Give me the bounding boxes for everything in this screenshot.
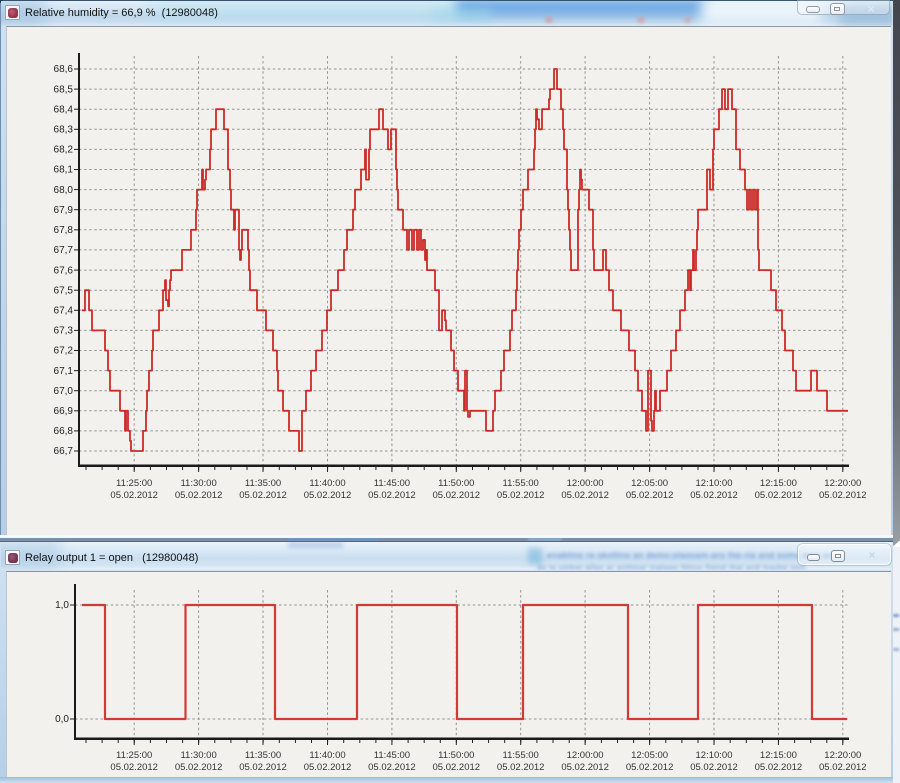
svg-text:05.02.2012: 05.02.2012	[368, 762, 416, 773]
svg-text:05.02.2012: 05.02.2012	[819, 762, 867, 773]
svg-text:05.02.2012: 05.02.2012	[175, 762, 223, 773]
svg-text:05.02.2012: 05.02.2012	[561, 762, 609, 773]
svg-text:0,0: 0,0	[55, 714, 69, 725]
svg-text:11:50:00: 11:50:00	[438, 750, 474, 761]
svg-text:05.02.2012: 05.02.2012	[497, 762, 545, 773]
svg-text:12:00:00: 12:00:00	[567, 750, 604, 761]
svg-text:12:05:00: 12:05:00	[631, 750, 668, 761]
svg-text:05.02.2012: 05.02.2012	[110, 762, 158, 773]
svg-text:12:15:00: 12:15:00	[760, 750, 797, 761]
svg-text:05.02.2012: 05.02.2012	[304, 762, 352, 773]
svg-text:05.02.2012: 05.02.2012	[755, 762, 803, 773]
svg-text:11:25:00: 11:25:00	[116, 750, 152, 761]
svg-text:11:35:00: 11:35:00	[245, 750, 281, 761]
svg-text:05.02.2012: 05.02.2012	[239, 762, 287, 773]
svg-text:12:10:00: 12:10:00	[696, 750, 733, 761]
svg-text:11:30:00: 11:30:00	[180, 750, 216, 761]
svg-text:05.02.2012: 05.02.2012	[690, 762, 738, 773]
svg-text:11:40:00: 11:40:00	[309, 750, 345, 761]
svg-text:11:45:00: 11:45:00	[374, 750, 410, 761]
svg-text:1,0: 1,0	[55, 600, 69, 611]
svg-text:05.02.2012: 05.02.2012	[626, 762, 674, 773]
svg-text:11:55:00: 11:55:00	[503, 750, 539, 761]
svg-text:05.02.2012: 05.02.2012	[433, 762, 481, 773]
svg-text:12:20:00: 12:20:00	[824, 750, 861, 761]
